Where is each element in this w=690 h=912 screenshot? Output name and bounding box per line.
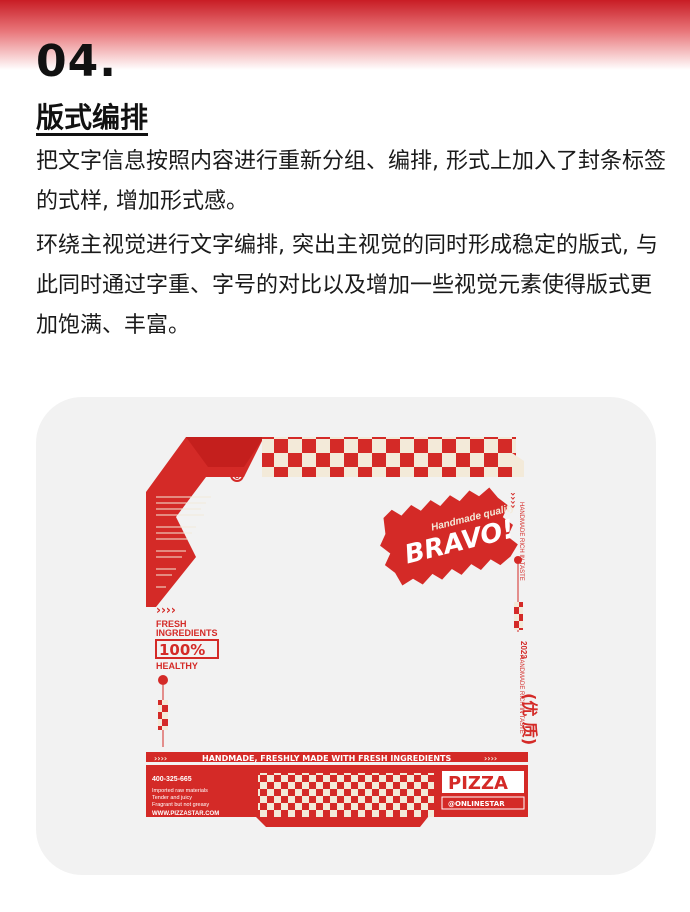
bullet-3: Fragrant but not greasy [152, 802, 209, 808]
banner-chevrons: ›››› [154, 754, 167, 763]
left-checker-bar [158, 700, 168, 730]
corner-mark-text: C [234, 472, 240, 481]
pizza-box-preview-card: C Handmade quality BRAVO! ›››› FRESH ING… [36, 397, 656, 875]
left-dot [158, 675, 168, 685]
paragraph-one: 把文字信息按照内容进行重新分组、编排, 形式上加入了封条标签的式样, 增加形式感… [36, 149, 666, 214]
brand-text: PIZZA [448, 773, 508, 794]
quality-cn-text: (优 质) [520, 693, 539, 745]
paragraph-two: 环绕主视觉进行文字编排, 突出主视觉的同时形成稳定的版式, 与此同时通过字重、字… [36, 233, 658, 338]
percent-text: 100% [159, 641, 205, 659]
right-checker-bar [514, 602, 523, 630]
bullet-1: Imported raw materials [152, 788, 208, 794]
phone-text: 400-325-665 [152, 776, 192, 783]
top-checker-strip [262, 437, 516, 477]
fresh-chevrons: ›››› [156, 603, 176, 617]
section-title: 版式编排 [36, 101, 149, 134]
right-top-vertical-text: HANDMADE RICH IN TASTE [518, 502, 524, 581]
bravo-badge: Handmade quality BRAVO! [380, 487, 518, 586]
right-dot [514, 556, 522, 564]
section-number: 04. [36, 36, 117, 87]
brand-sub-text: @ONLINESTAR [448, 800, 505, 808]
right-chevrons: ›››› [507, 492, 518, 508]
pizza-box-artwork: C Handmade quality BRAVO! ›››› FRESH ING… [146, 437, 539, 827]
healthy-text: HEALTHY [156, 661, 198, 671]
banner-chevrons-right: ›››› [484, 754, 497, 763]
bullet-2: Tender and juicy [152, 795, 192, 801]
banner-text: HANDMADE, FRESHLY MADE WITH FRESH INGRED… [202, 754, 451, 763]
top-left-diagonal-panel [146, 437, 264, 607]
fresh-line-2: INGREDIENTS [156, 628, 218, 638]
website-text: WWW.PIZZASTAR.COM [152, 811, 219, 817]
bottom-checker-block [258, 773, 434, 817]
